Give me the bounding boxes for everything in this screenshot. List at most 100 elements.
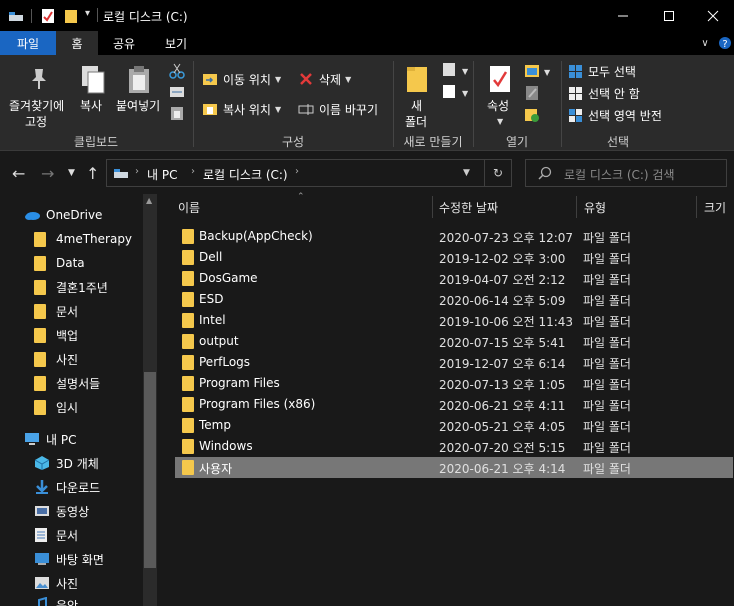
history-icon[interactable] bbox=[524, 107, 540, 123]
invert-selection-icon bbox=[569, 108, 582, 122]
table-row[interactable]: Program Files (x86) 2020-06-21 오후 4:11 파일 … bbox=[175, 394, 733, 415]
table-row[interactable]: Dell 2019-12-02 오후 3:00 파일 폴더 bbox=[175, 247, 733, 268]
move-to-button[interactable]: 이동 위치 ▼ bbox=[202, 69, 281, 89]
file-type: 파일 폴더 bbox=[583, 294, 631, 308]
rename-button[interactable]: 이름 바꾸기 bbox=[298, 99, 378, 119]
paste-shortcut-icon[interactable] bbox=[169, 105, 185, 121]
nav-item[interactable]: 설명서들 bbox=[34, 372, 100, 394]
minimize-button[interactable] bbox=[600, 0, 646, 31]
table-row[interactable]: Backup(AppCheck) 2020-07-23 오후 12:07 파일 폴더 bbox=[175, 226, 733, 247]
nav-scrollbar[interactable]: ▲ bbox=[143, 194, 157, 606]
drive-icon[interactable] bbox=[8, 8, 24, 24]
edit-icon[interactable] bbox=[524, 85, 540, 101]
copy-to-button[interactable]: 복사 위치 ▼ bbox=[202, 99, 281, 119]
table-row[interactable]: PerfLogs 2019-12-07 오후 6:14 파일 폴더 bbox=[175, 352, 733, 373]
nav-item[interactable]: 백업 bbox=[34, 324, 78, 346]
up-arrow-icon[interactable]: ↑ bbox=[86, 164, 99, 183]
folder-icon bbox=[182, 250, 194, 265]
paste-label: 붙여넣기 bbox=[116, 99, 161, 113]
breadcrumb-this-pc[interactable]: 내 PC bbox=[147, 166, 177, 183]
folder-icon bbox=[182, 397, 194, 412]
new-item-icon[interactable]: ▼ bbox=[442, 61, 468, 79]
file-date: 2020-07-13 오후 1:05 bbox=[439, 378, 566, 392]
close-button[interactable] bbox=[692, 0, 734, 31]
address-row: ← → ▼ ↑ › 내 PC › 로컬 디스크 (C:) › ▼ ↻ 로컬 디스… bbox=[0, 152, 734, 194]
column-header-name[interactable]: 이름 bbox=[178, 194, 200, 220]
nav-item[interactable]: 사진 bbox=[34, 348, 78, 370]
folder-icon bbox=[34, 279, 46, 295]
new-folder-quick-icon[interactable] bbox=[63, 8, 79, 24]
table-row[interactable]: 사용자 2020-06-21 오후 4:14 파일 폴더 bbox=[175, 457, 733, 478]
properties-quick-icon[interactable] bbox=[40, 8, 56, 24]
folder-icon bbox=[34, 399, 46, 415]
copy-path-icon[interactable] bbox=[169, 85, 185, 99]
column-header-size[interactable]: 크기 bbox=[704, 194, 726, 220]
nav-item[interactable]: 다운로드 bbox=[34, 476, 100, 498]
select-none-button[interactable]: 선택 안 함 bbox=[568, 84, 640, 102]
open-icon[interactable]: ▼ bbox=[524, 63, 552, 79]
picture-icon bbox=[34, 576, 52, 590]
scroll-up-icon[interactable]: ▲ bbox=[146, 196, 152, 205]
help-icon: ? bbox=[719, 37, 731, 50]
table-row[interactable]: Windows 2020-07-20 오전 5:15 파일 폴더 bbox=[175, 436, 733, 457]
table-row[interactable]: Program Files 2020-07-13 오후 1:05 파일 폴더 bbox=[175, 373, 733, 394]
tab-share[interactable]: 공유 bbox=[103, 31, 145, 55]
nav-item[interactable]: 음악 bbox=[34, 594, 78, 606]
delete-button[interactable]: 삭제 ▼ bbox=[298, 69, 351, 89]
select-all-button[interactable]: 모두 선택 bbox=[568, 62, 636, 80]
nav-item[interactable]: 4meTherapy bbox=[34, 228, 132, 250]
properties-button[interactable]: 속성 ▼ bbox=[482, 65, 518, 131]
nav-item[interactable]: Data bbox=[34, 252, 85, 274]
table-row[interactable]: DosGame 2019-04-07 오전 2:12 파일 폴더 bbox=[175, 268, 733, 289]
tab-file[interactable]: 파일 bbox=[0, 31, 56, 55]
column-header-date[interactable]: 수정한 날짜 bbox=[439, 194, 498, 220]
tab-home[interactable]: 홈 bbox=[56, 31, 98, 55]
address-bar[interactable]: › 내 PC › 로컬 디스크 (C:) › ▼ bbox=[106, 159, 512, 187]
refresh-button[interactable]: ↻ bbox=[484, 159, 512, 187]
table-row[interactable]: Temp 2020-05-21 오후 4:05 파일 폴더 bbox=[175, 415, 733, 436]
divider bbox=[31, 9, 32, 23]
recent-locations-chevron-icon[interactable]: ▼ bbox=[68, 168, 75, 178]
nav-item-label: Data bbox=[56, 256, 85, 270]
cut-icon[interactable] bbox=[169, 63, 185, 79]
move-to-label: 이동 위치 bbox=[223, 72, 271, 87]
breadcrumb-local-disk[interactable]: 로컬 디스크 (C:) bbox=[203, 166, 288, 183]
nav-item[interactable]: OneDrive bbox=[24, 204, 102, 226]
column-divider[interactable] bbox=[432, 196, 433, 218]
column-divider[interactable] bbox=[576, 196, 577, 218]
select-all-label: 모두 선택 bbox=[588, 64, 636, 79]
table-row[interactable]: ESD 2020-06-14 오후 5:09 파일 폴더 bbox=[175, 289, 733, 310]
customize-quick-access-icon[interactable]: ▾ bbox=[85, 8, 90, 24]
table-row[interactable]: output 2020-07-15 오후 5:41 파일 폴더 bbox=[175, 331, 733, 352]
new-folder-button[interactable]: 새 폴더 bbox=[400, 65, 434, 129]
table-row[interactable]: Intel 2019-10-06 오전 11:43 파일 폴더 bbox=[175, 310, 733, 331]
file-type: 파일 폴더 bbox=[583, 336, 631, 350]
invert-selection-button[interactable]: 선택 영역 반전 bbox=[568, 106, 662, 124]
nav-item[interactable]: 문서 bbox=[34, 524, 78, 546]
video-icon bbox=[34, 504, 52, 518]
pin-to-quick-access-button[interactable]: 즐겨찾기에 고정 bbox=[6, 65, 74, 129]
maximize-button[interactable] bbox=[646, 0, 692, 31]
address-history-chevron-icon[interactable]: ▼ bbox=[463, 168, 470, 178]
nav-item[interactable]: 3D 개체 bbox=[34, 452, 99, 474]
nav-item[interactable]: 사진 bbox=[34, 572, 78, 594]
nav-item[interactable]: 동영상 bbox=[34, 500, 89, 522]
file-date: 2020-06-21 오후 4:11 bbox=[439, 399, 566, 413]
nav-item[interactable]: 결혼1주년 bbox=[34, 276, 108, 298]
paste-button[interactable]: 붙여넣기 bbox=[114, 65, 164, 129]
copy-button[interactable]: 복사 bbox=[76, 65, 110, 129]
forward-arrow-icon[interactable]: → bbox=[41, 164, 54, 183]
easy-access-icon[interactable]: ▼ bbox=[442, 83, 468, 101]
column-header-type[interactable]: 유형 bbox=[584, 194, 606, 220]
collapse-ribbon-icon[interactable]: ∨ bbox=[698, 31, 712, 55]
nav-item[interactable]: 바탕 화면 bbox=[34, 548, 104, 570]
search-box[interactable]: 로컬 디스크 (C:) 검색 bbox=[525, 159, 727, 187]
nav-item[interactable]: 임시 bbox=[34, 396, 78, 418]
nav-item[interactable]: 내 PC bbox=[24, 428, 76, 450]
nav-scroll-thumb[interactable] bbox=[144, 372, 156, 568]
tab-view[interactable]: 보기 bbox=[155, 31, 197, 55]
help-button[interactable]: ? bbox=[716, 31, 734, 55]
column-divider[interactable] bbox=[696, 196, 697, 218]
nav-item[interactable]: 문서 bbox=[34, 300, 78, 322]
back-arrow-icon[interactable]: ← bbox=[12, 164, 25, 183]
